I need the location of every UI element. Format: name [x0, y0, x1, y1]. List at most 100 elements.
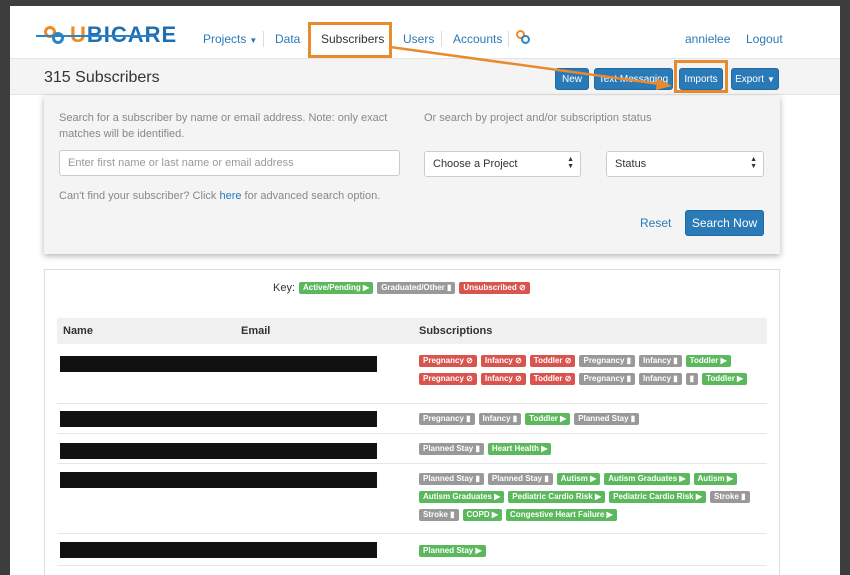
search-project-hint: Or search by project and/or subscription… — [424, 112, 652, 124]
play-icon: ▶ — [491, 492, 501, 501]
subscription-badge: Pregnancy ▮ — [419, 413, 475, 425]
bookmark-icon: ▮ — [473, 474, 480, 483]
search-now-button[interactable]: Search Now — [685, 210, 764, 236]
subscription-badge: Toddler ⊘ — [529, 355, 576, 367]
subscription-badge: Pregnancy ▮ — [579, 355, 636, 367]
subscription-badge: Pediatric Cardio Risk ▶ — [609, 491, 706, 503]
table-header: Name Email Subscriptions — [57, 318, 767, 344]
table-row[interactable]: Planned Stay ▶ — [57, 534, 767, 566]
col-email[interactable]: Email — [241, 325, 270, 337]
subscription-badge: Autism ▶ — [556, 473, 601, 485]
subscription-badge: Pregnancy ▮ — [579, 373, 636, 385]
subscription-badge: Pediatric Cardio Risk ▶ — [508, 491, 606, 503]
bookmark-icon: ▮ — [447, 283, 452, 292]
ban-icon: ⊘ — [463, 374, 473, 383]
bookmark-icon: ▮ — [689, 374, 695, 383]
table-row[interactable]: Pregnancy ▮ Infancy ▮ Toddler ▶ Planned Sta… — [57, 404, 767, 434]
play-icon: ▶ — [724, 474, 734, 483]
bookmark-icon: ▮ — [738, 492, 746, 501]
play-icon: ▶ — [539, 444, 548, 453]
bookmark-icon: ▮ — [624, 356, 632, 365]
subscription-badge: Infancy ⊘ — [480, 355, 526, 367]
nav-users[interactable]: Users — [403, 32, 434, 46]
subscription-badge: Toddler ▶ — [702, 373, 748, 385]
search-input[interactable] — [68, 152, 399, 174]
project-select[interactable]: Choose a Project ▲ ▼ — [424, 151, 581, 177]
table-row[interactable]: Pregnancy ⊘ Infancy ⊘ Toddler ⊘ Pregnancy ▮… — [57, 346, 767, 404]
top-navbar: UBICARE Projects▼ Data Subscribers Users… — [10, 6, 840, 58]
subscription-badge: Planned Stay ▮ — [419, 473, 484, 485]
reset-link[interactable]: Reset — [640, 216, 671, 230]
redacted-name-email — [60, 542, 377, 558]
subscription-badge: Heart Health ▶ — [487, 443, 552, 455]
results-panel: Key: Active/Pending ▶ Graduated/Other ▮ … — [44, 269, 780, 575]
page-title: 315 Subscribers — [44, 69, 160, 86]
nav-accounts[interactable]: Accounts — [453, 32, 502, 46]
bookmark-icon: ▮ — [447, 510, 455, 519]
col-name[interactable]: Name — [63, 325, 93, 337]
redacted-name-email — [60, 443, 377, 459]
subscription-badge: Infancy ▮ — [639, 355, 682, 367]
subscription-badge: Planned Stay ▮ — [574, 413, 640, 425]
project-select-value: Choose a Project — [433, 158, 518, 170]
select-arrows-icon: ▲ ▼ — [567, 156, 574, 170]
subscription-badge: Autism Graduates ▶ — [604, 473, 690, 485]
subscription-badge: Planned Stay ▶ — [419, 545, 486, 557]
status-select[interactable]: Status ▲ ▼ — [606, 151, 764, 177]
subscriptions-list: Pregnancy ▮ Infancy ▮ Toddler ▶ Planned Sta… — [419, 410, 767, 428]
play-icon: ▶ — [718, 356, 727, 365]
caret-down-icon: ▼ — [766, 75, 775, 84]
subscription-badge: Planned Stay ▮ — [487, 473, 553, 485]
table-row[interactable]: Planned Stay ▮ Planned Stay ▮ Autism ▶ Auti… — [57, 464, 767, 534]
key-active-badge: Active/Pending ▶ — [299, 282, 374, 294]
export-button[interactable]: Export ▼ — [731, 68, 779, 90]
ban-icon: ⊘ — [562, 374, 572, 383]
subscription-badge: Stroke ▮ — [419, 509, 459, 521]
nav-logout[interactable]: Logout — [746, 32, 783, 46]
key-graduated-badge: Graduated/Other ▮ — [377, 282, 456, 294]
search-input-wrapper — [59, 150, 400, 176]
subscription-badge: Infancy ▮ — [639, 373, 682, 385]
bookmark-icon: ▮ — [628, 414, 636, 423]
new-button[interactable]: New — [555, 68, 589, 90]
redacted-name-email — [60, 356, 377, 372]
play-icon: ▶ — [677, 474, 686, 483]
table-row[interactable]: Planned Stay ▮ Heart Health ▶ — [57, 434, 767, 464]
subscriptions-list: Planned Stay ▮ Planned Stay ▮ Autism ▶ Auti… — [419, 470, 767, 524]
subscription-badge: Congestive Heart Failure ▶ — [506, 509, 617, 521]
text-messaging-button[interactable]: Text Messaging — [594, 68, 673, 90]
subscription-badge: Autism ▶ — [693, 473, 738, 485]
caret-down-icon: ▼ — [249, 36, 258, 45]
status-key: Key: Active/Pending ▶ Graduated/Other ▮ … — [273, 282, 534, 294]
nav-data[interactable]: Data — [275, 32, 300, 46]
status-select-value: Status — [615, 158, 647, 170]
play-icon: ▶ — [604, 510, 613, 519]
key-unsubscribed-badge: Unsubscribed ⊘ — [459, 282, 530, 294]
subscription-badge: Toddler ⊘ — [529, 373, 576, 385]
subscriptions-list: Planned Stay ▶ — [419, 542, 767, 560]
bookmark-icon: ▮ — [510, 414, 518, 423]
subscription-badge: Stroke ▮ — [710, 491, 750, 503]
play-icon: ▶ — [592, 492, 602, 501]
subscription-badge: Toddler ▶ — [685, 355, 731, 367]
redacted-name-email — [60, 411, 377, 427]
play-icon: ▶ — [363, 283, 370, 292]
bookmark-icon: ▮ — [473, 444, 480, 453]
play-icon: ▶ — [557, 414, 567, 423]
ban-icon: ⊘ — [512, 374, 522, 383]
ban-icon: ⊘ — [519, 283, 526, 292]
nav-username[interactable]: annielee — [685, 32, 730, 46]
play-icon: ▶ — [587, 474, 597, 483]
subscription-badge: Planned Stay ▮ — [419, 443, 484, 455]
redacted-name-email — [60, 472, 377, 488]
imports-highlight-box — [674, 60, 728, 93]
app-window: UBICARE Projects▼ Data Subscribers Users… — [10, 6, 840, 575]
nav-projects[interactable]: Projects ▼ — [203, 32, 257, 46]
ban-icon: ⊘ — [512, 356, 522, 365]
advanced-search-hint: Can't find your subscriber? Click here f… — [59, 190, 381, 202]
subscription-badge: Toddler ▶ — [525, 413, 571, 425]
advanced-search-link[interactable]: here — [219, 190, 241, 202]
key-label: Key: — [273, 282, 296, 294]
bookmark-icon: ▮ — [671, 374, 678, 383]
play-icon: ▶ — [473, 546, 482, 555]
